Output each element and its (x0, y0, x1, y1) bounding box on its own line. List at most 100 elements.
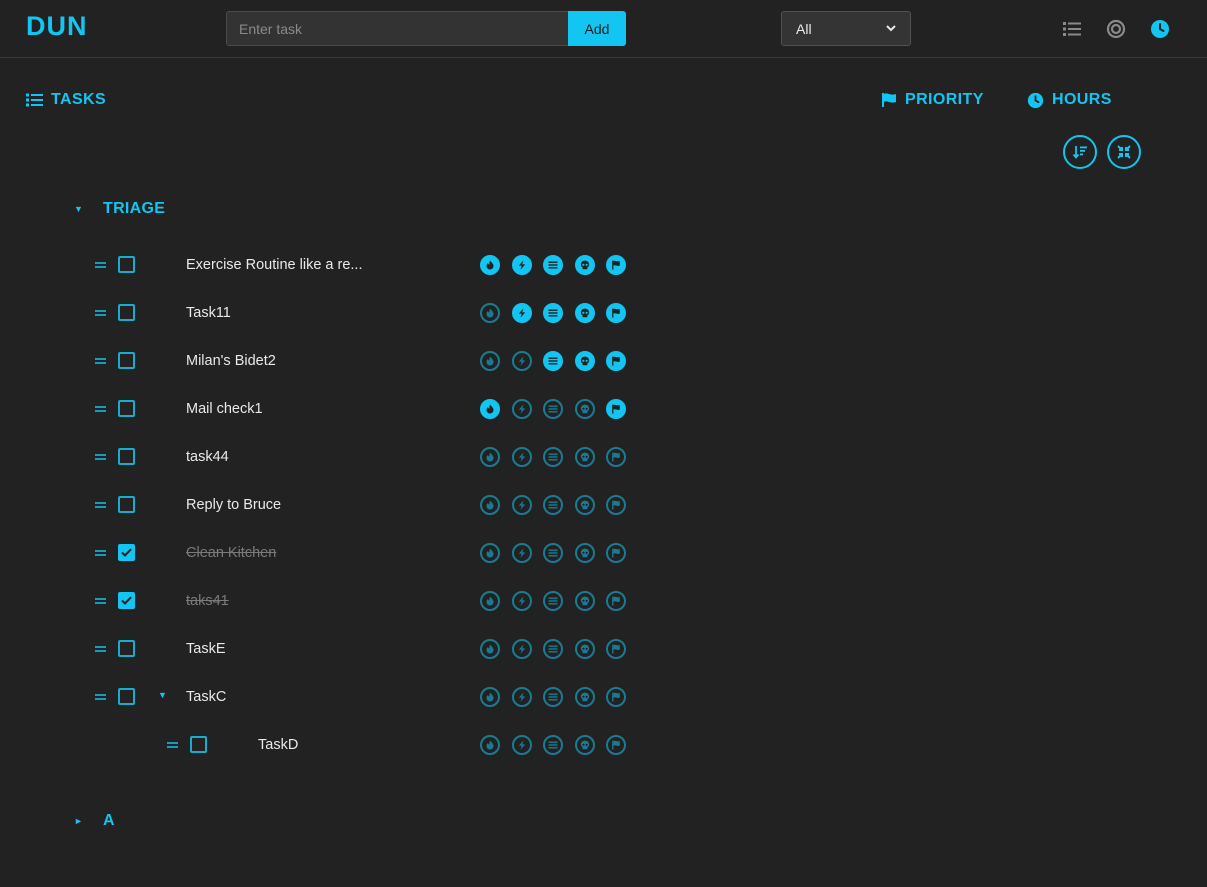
bolt-icon[interactable] (511, 687, 532, 707)
bolt-icon[interactable] (511, 303, 532, 323)
task-input[interactable] (226, 11, 568, 46)
group-header-a[interactable]: ► A (74, 811, 115, 831)
lines-icon[interactable] (543, 447, 563, 467)
task-checkbox[interactable] (118, 592, 135, 609)
lines-icon[interactable] (543, 255, 563, 275)
lines-icon[interactable] (543, 351, 563, 371)
lines-icon[interactable] (543, 303, 563, 323)
drag-handle-icon[interactable] (95, 261, 107, 269)
fire-icon[interactable] (480, 351, 500, 371)
flag-icon[interactable] (606, 399, 626, 419)
bolt-icon[interactable] (511, 543, 532, 563)
skull-icon[interactable] (574, 543, 595, 563)
task-name[interactable]: task44 (186, 449, 229, 465)
task-name[interactable]: Task11 (186, 305, 231, 321)
task-name[interactable]: Exercise Routine like a re... (186, 257, 363, 273)
drag-handle-icon[interactable] (167, 741, 179, 749)
task-checkbox[interactable] (118, 448, 135, 465)
task-name[interactable]: Milan's Bidet2 (186, 353, 276, 369)
tasks-column-header[interactable]: TASKS (26, 90, 106, 110)
priority-column-header[interactable]: PRIORITY (881, 90, 984, 110)
lines-icon[interactable] (543, 543, 563, 563)
task-checkbox[interactable] (118, 400, 135, 417)
skull-icon[interactable] (574, 351, 595, 371)
flag-icon[interactable] (606, 495, 626, 515)
drag-handle-icon[interactable] (95, 453, 107, 461)
skull-icon[interactable] (574, 639, 595, 659)
flag-icon[interactable] (606, 639, 626, 659)
task-name[interactable]: TaskE (186, 641, 226, 657)
task-name[interactable]: taks41 (186, 593, 229, 609)
drag-handle-icon[interactable] (95, 549, 107, 557)
drag-handle-icon[interactable] (95, 645, 107, 653)
fire-icon[interactable] (480, 735, 500, 755)
drag-handle-icon[interactable] (95, 693, 107, 701)
list-view-icon[interactable] (1062, 19, 1082, 39)
drag-handle-icon[interactable] (95, 597, 107, 605)
bolt-icon[interactable] (511, 351, 532, 371)
fire-icon[interactable] (480, 399, 500, 419)
lines-icon[interactable] (543, 735, 563, 755)
task-name[interactable]: Mail check1 (186, 401, 263, 417)
skull-icon[interactable] (574, 735, 595, 755)
task-checkbox[interactable] (118, 688, 135, 705)
task-checkbox[interactable] (190, 736, 207, 753)
lines-icon[interactable] (543, 639, 563, 659)
skull-icon[interactable] (574, 591, 595, 611)
flag-icon[interactable] (606, 351, 626, 371)
flag-icon[interactable] (606, 735, 626, 755)
task-checkbox[interactable] (118, 352, 135, 369)
fire-icon[interactable] (480, 639, 500, 659)
fire-icon[interactable] (480, 591, 500, 611)
fire-icon[interactable] (480, 447, 500, 467)
lines-icon[interactable] (543, 687, 563, 707)
group-header-triage[interactable]: ▼ TRIAGE (74, 199, 165, 219)
skull-icon[interactable] (574, 255, 595, 275)
bolt-icon[interactable] (511, 495, 532, 515)
flag-icon[interactable] (606, 303, 626, 323)
lines-icon[interactable] (543, 591, 563, 611)
task-checkbox[interactable] (118, 304, 135, 321)
task-name[interactable]: Clean Kitchen (186, 545, 276, 561)
sort-button[interactable] (1063, 135, 1097, 169)
bolt-icon[interactable] (511, 591, 532, 611)
task-name[interactable]: TaskC (186, 689, 226, 705)
filter-select[interactable]: All (781, 11, 911, 46)
bolt-icon[interactable] (511, 447, 532, 467)
fire-icon[interactable] (480, 495, 500, 515)
drag-handle-icon[interactable] (95, 309, 107, 317)
fire-icon[interactable] (480, 543, 500, 563)
expand-caret-icon[interactable]: ▼ (158, 690, 167, 700)
add-button[interactable]: Add (568, 11, 626, 46)
skull-icon[interactable] (574, 687, 595, 707)
drag-handle-icon[interactable] (95, 501, 107, 509)
task-checkbox[interactable] (118, 496, 135, 513)
task-checkbox[interactable] (118, 544, 135, 561)
task-checkbox[interactable] (118, 256, 135, 273)
task-name[interactable]: Reply to Bruce (186, 497, 281, 513)
bolt-icon[interactable] (511, 639, 532, 659)
target-icon[interactable] (1106, 19, 1126, 39)
collapse-button[interactable] (1107, 135, 1141, 169)
clock-icon[interactable] (1150, 19, 1170, 39)
fire-icon[interactable] (480, 687, 500, 707)
skull-icon[interactable] (574, 495, 595, 515)
flag-icon[interactable] (606, 447, 626, 467)
flag-icon[interactable] (606, 687, 626, 707)
app-brand[interactable]: DUN (26, 11, 88, 42)
fire-icon[interactable] (480, 255, 500, 275)
skull-icon[interactable] (574, 447, 595, 467)
skull-icon[interactable] (574, 399, 595, 419)
bolt-icon[interactable] (511, 735, 532, 755)
flag-icon[interactable] (606, 591, 626, 611)
hours-column-header[interactable]: HOURS (1027, 90, 1112, 110)
bolt-icon[interactable] (511, 399, 532, 419)
fire-icon[interactable] (480, 303, 500, 323)
drag-handle-icon[interactable] (95, 405, 107, 413)
drag-handle-icon[interactable] (95, 357, 107, 365)
task-name[interactable]: TaskD (258, 737, 298, 753)
lines-icon[interactable] (543, 399, 563, 419)
task-checkbox[interactable] (118, 640, 135, 657)
bolt-icon[interactable] (511, 255, 532, 275)
skull-icon[interactable] (574, 303, 595, 323)
